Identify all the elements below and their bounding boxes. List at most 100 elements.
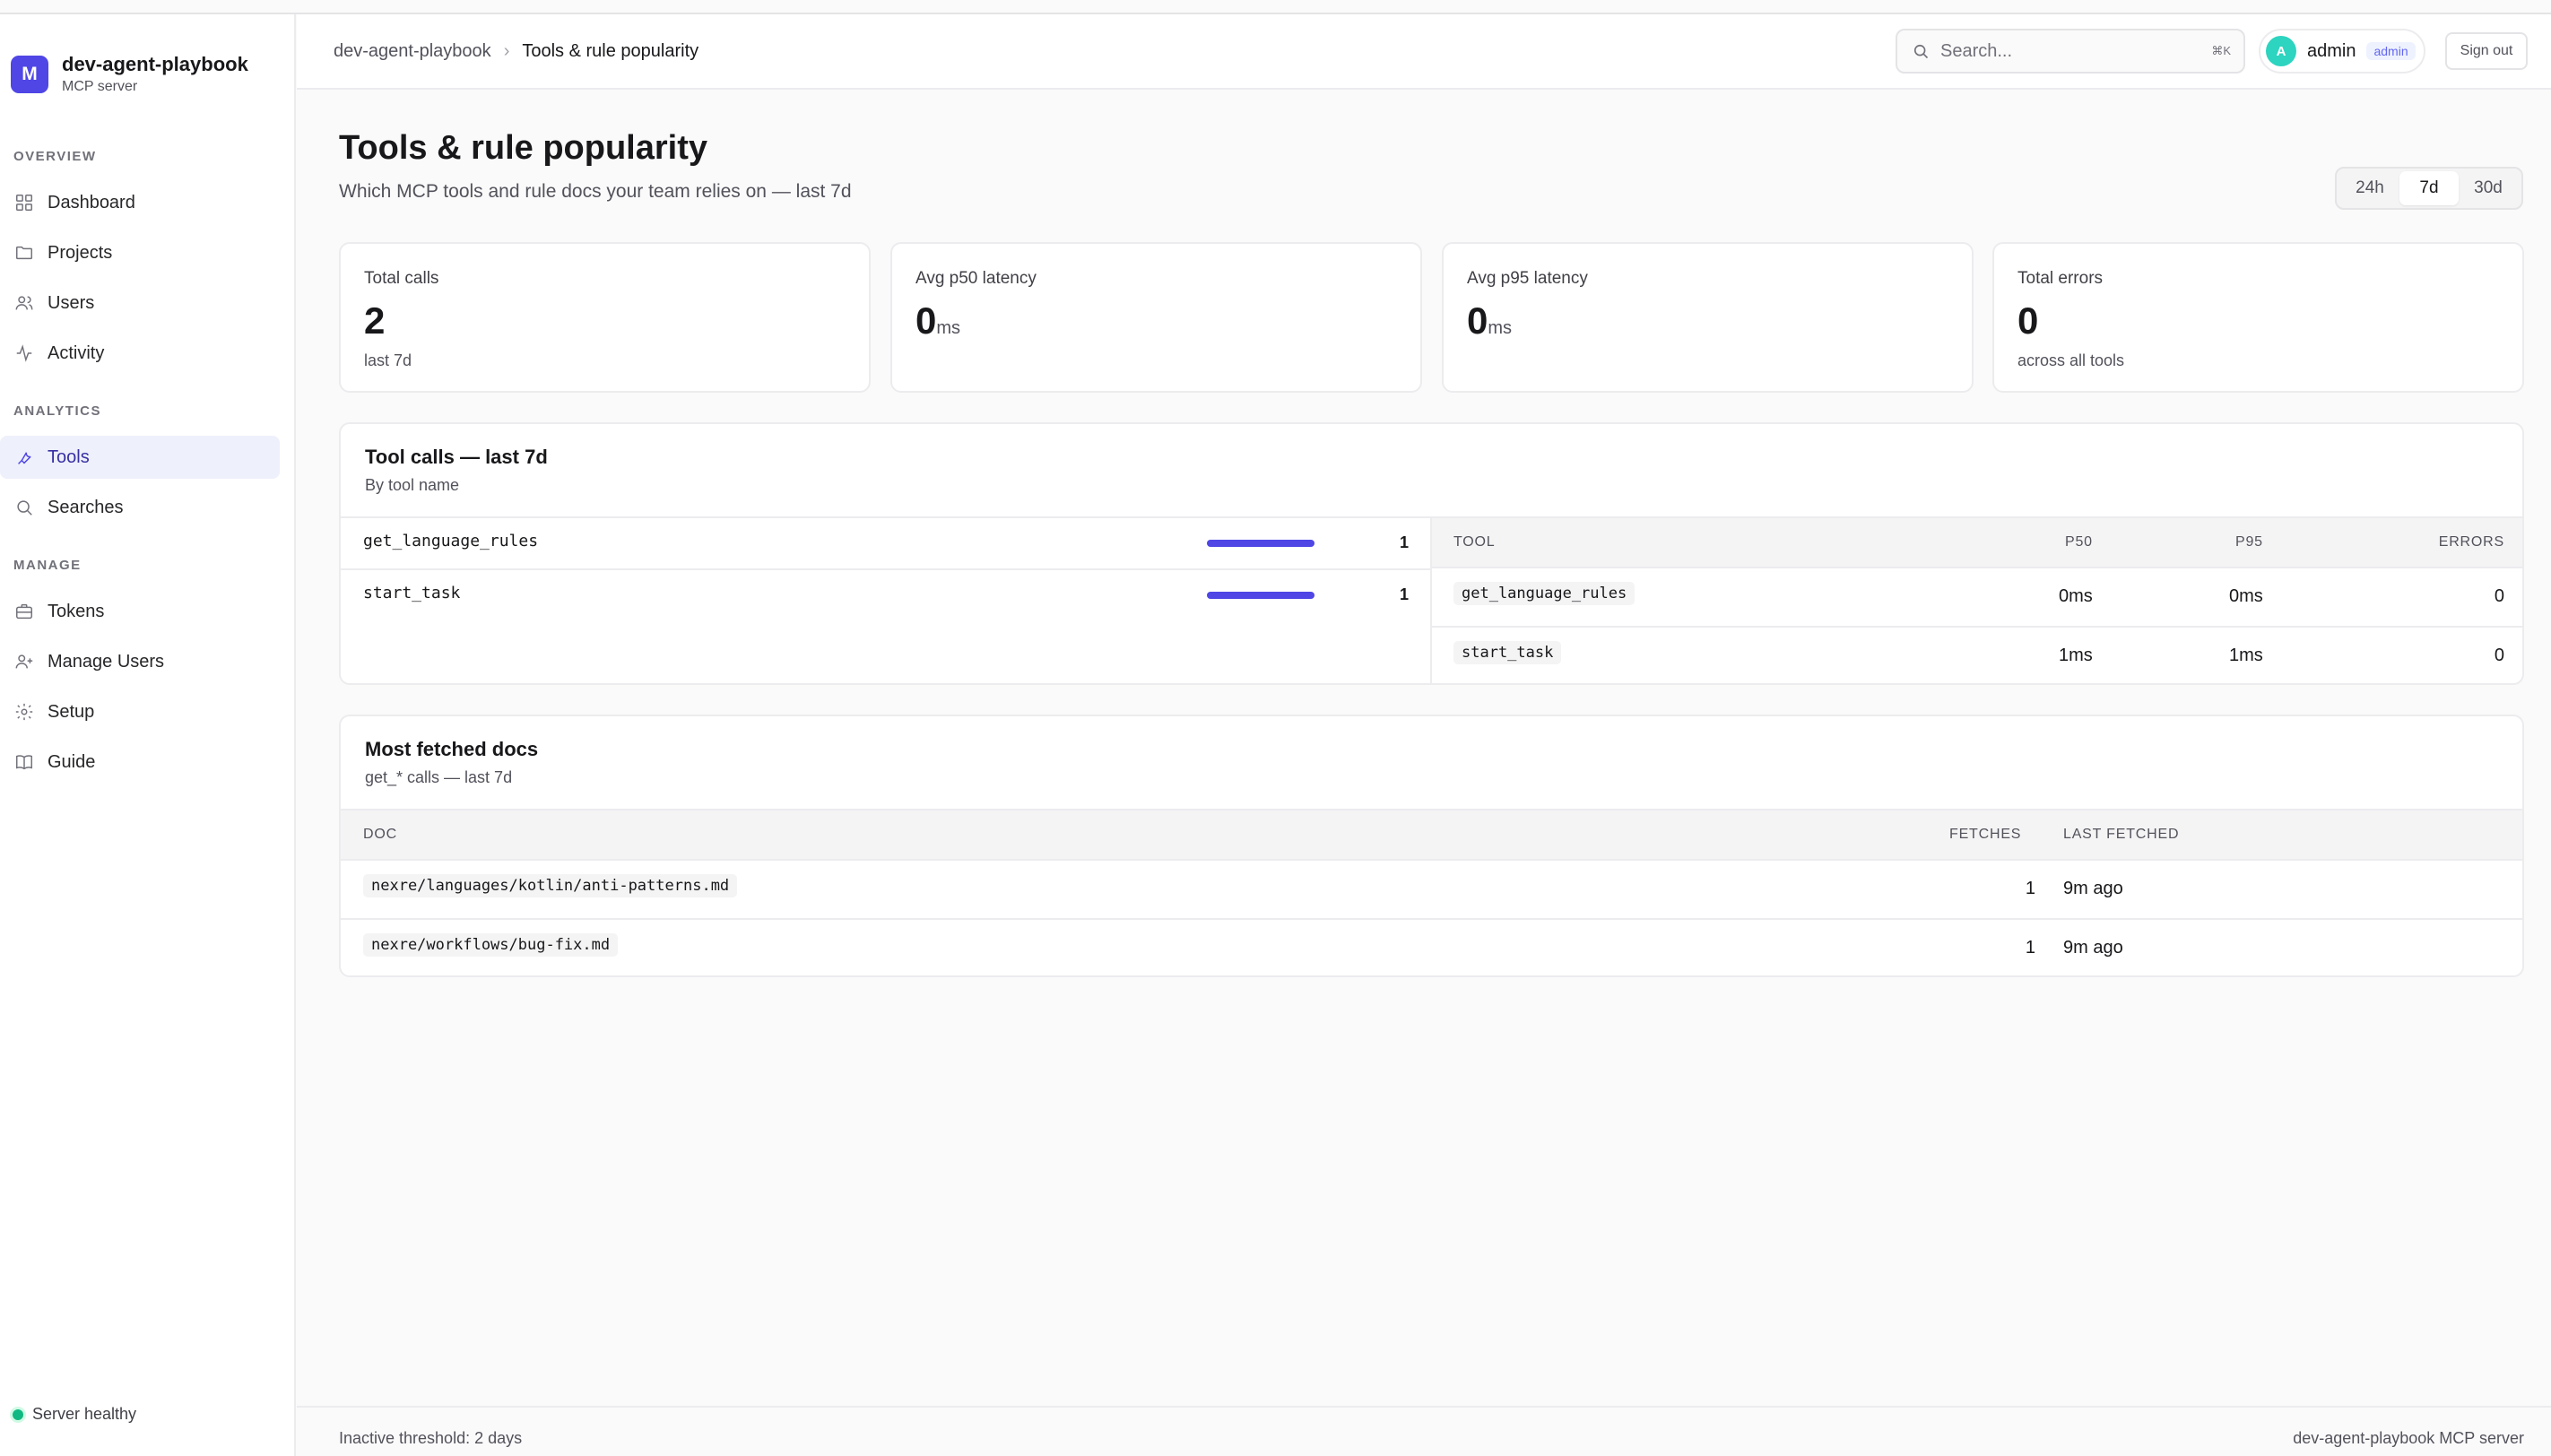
sidebar-item-setup[interactable]: Setup <box>0 690 280 733</box>
sidebar-item-label: Dashboard <box>48 192 135 212</box>
brand[interactable]: M dev-agent-playbook MCP server <box>11 52 248 97</box>
sidebar-item-tokens[interactable]: Tokens <box>0 590 280 633</box>
stat-value: 2 <box>364 299 386 342</box>
section-analytics: ANALYTICS <box>13 403 101 419</box>
sidebar-item-label: Searches <box>48 497 124 517</box>
last-fetched-cell: 9m ago <box>2063 879 2123 898</box>
sidebar-item-dashboard[interactable]: Dashboard <box>0 181 280 224</box>
role-badge: admin <box>2366 42 2416 60</box>
p95-cell: 1ms <box>2229 646 2263 665</box>
breadcrumb-root[interactable]: dev-agent-playbook <box>334 41 491 62</box>
bar-fill <box>1207 592 1315 599</box>
col-last-fetched: LAST FETCHED <box>2063 827 2180 842</box>
card-subtitle: By tool name <box>365 476 460 494</box>
sidebar: M dev-agent-playbook MCP server OVERVIEW… <box>0 14 296 1456</box>
top-header: dev-agent-playbook › Tools & rule popula… <box>297 14 2551 90</box>
stat-label: Total calls <box>364 269 439 288</box>
table-row[interactable]: nexre/workflows/bug-fix.md 1 9m ago <box>341 920 2522 975</box>
tool-call-count: 1 <box>1399 533 1409 551</box>
page-subtitle: Which MCP tools and rule docs your team … <box>339 181 852 202</box>
table-row[interactable]: get_language_rules 0ms 0ms 0 <box>1432 568 2522 628</box>
errors-cell: 0 <box>2494 646 2504 665</box>
stat-card-total-calls: Total calls 2 last 7d <box>339 242 871 393</box>
stat-card-total-errors: Total errors 0 across all tools <box>1992 242 2524 393</box>
sidebar-item-label: Tools <box>48 446 90 467</box>
search-placeholder: Search... <box>1940 40 2013 61</box>
tool-cell: start_task <box>1453 641 1562 664</box>
p95-cell: 0ms <box>2229 586 2263 606</box>
book-icon <box>13 751 35 773</box>
fetches-cell: 1 <box>2025 879 2035 898</box>
range-7d-button[interactable]: 7d <box>2399 171 2459 205</box>
doc-cell: nexre/languages/kotlin/anti-patterns.md <box>363 874 738 897</box>
col-p50: P50 <box>2065 534 2093 550</box>
tool-name: start_task <box>363 584 461 602</box>
tool-cell: get_language_rules <box>1453 582 1636 605</box>
tool-bar-row[interactable]: start_task 1 <box>341 568 1430 620</box>
col-p95: P95 <box>2235 534 2263 550</box>
status-dot-icon <box>13 1408 23 1420</box>
sidebar-item-label: Guide <box>48 751 96 772</box>
docs-card: Most fetched docs get_* calls — last 7d … <box>339 715 2524 977</box>
breadcrumb: dev-agent-playbook › Tools & rule popula… <box>334 41 698 62</box>
chevron-right-icon: › <box>503 41 510 61</box>
range-30d-button[interactable]: 30d <box>2459 171 2518 205</box>
user-plus-icon <box>13 651 35 672</box>
sidebar-item-activity[interactable]: Activity <box>0 332 280 375</box>
brand-logo: M <box>11 56 48 93</box>
users-icon <box>13 292 35 314</box>
sidebar-item-users[interactable]: Users <box>0 282 280 325</box>
stat-label: Total errors <box>2017 269 2104 288</box>
sidebar-item-label: Users <box>48 292 95 313</box>
sidebar-item-label: Manage Users <box>48 651 165 672</box>
footer: Inactive threshold: 2 days dev-agent-pla… <box>297 1406 2551 1456</box>
range-24h-button[interactable]: 24h <box>2340 171 2399 205</box>
col-doc: DOC <box>363 827 397 842</box>
search-icon <box>1913 44 1929 59</box>
sidebar-item-manage-users[interactable]: Manage Users <box>0 640 280 683</box>
sidebar-item-projects[interactable]: Projects <box>0 231 280 274</box>
sidebar-item-label: Tokens <box>48 601 105 621</box>
page-title: Tools & rule popularity <box>339 129 707 167</box>
breadcrumb-current: Tools & rule popularity <box>522 41 699 61</box>
search-input[interactable]: Search... ⌘K <box>1896 29 2245 74</box>
tool-name: get_language_rules <box>363 532 539 550</box>
brand-name: dev-agent-playbook <box>62 53 248 75</box>
search-shortcut: ⌘K <box>2211 44 2231 57</box>
stat-card-p50-latency: Avg p50 latency 0ms <box>890 242 1422 393</box>
brand-subtitle: MCP server <box>62 79 138 94</box>
card-title: Most fetched docs <box>365 738 539 760</box>
sidebar-item-label: Setup <box>48 701 95 722</box>
fetches-cell: 1 <box>2025 938 2035 958</box>
stat-foot: last 7d <box>364 351 412 369</box>
stat-value: 0 <box>2017 299 2039 342</box>
section-overview: OVERVIEW <box>13 149 97 164</box>
card-subtitle: get_* calls — last 7d <box>365 768 513 786</box>
bar-track <box>1207 592 1315 599</box>
top-border <box>0 0 2551 14</box>
sidebar-item-label: Projects <box>48 242 113 263</box>
activity-icon <box>13 342 35 364</box>
p50-cell: 1ms <box>2059 646 2093 665</box>
time-range-toggle: 24h 7d 30d <box>2335 167 2523 210</box>
stat-label: Avg p95 latency <box>1467 269 1588 288</box>
table-row[interactable]: start_task 1ms 1ms 0 <box>1432 628 2522 683</box>
footer-app-name: dev-agent-playbook MCP server <box>2293 1429 2524 1447</box>
table-row[interactable]: nexre/languages/kotlin/anti-patterns.md … <box>341 861 2522 920</box>
errors-cell: 0 <box>2494 586 2504 606</box>
sidebar-item-guide[interactable]: Guide <box>0 741 280 784</box>
tool-table-header: TOOL P50 P95 ERRORS <box>1432 516 2522 568</box>
search-icon <box>13 497 35 518</box>
avatar: A <box>2266 36 2296 66</box>
user-menu[interactable]: A admin admin <box>2259 29 2425 74</box>
stat-card-p95-latency: Avg p95 latency 0ms <box>1442 242 1974 393</box>
sidebar-item-tools[interactable]: Tools <box>0 436 280 479</box>
tool-bar-row[interactable]: get_language_rules 1 <box>341 516 1430 568</box>
last-fetched-cell: 9m ago <box>2063 938 2123 958</box>
folder-icon <box>13 242 35 264</box>
sidebar-item-searches[interactable]: Searches <box>0 486 280 529</box>
p50-cell: 0ms <box>2059 586 2093 606</box>
user-name: admin <box>2307 40 2356 61</box>
sign-out-button[interactable]: Sign out <box>2445 32 2528 70</box>
server-status: Server healthy <box>13 1405 136 1424</box>
